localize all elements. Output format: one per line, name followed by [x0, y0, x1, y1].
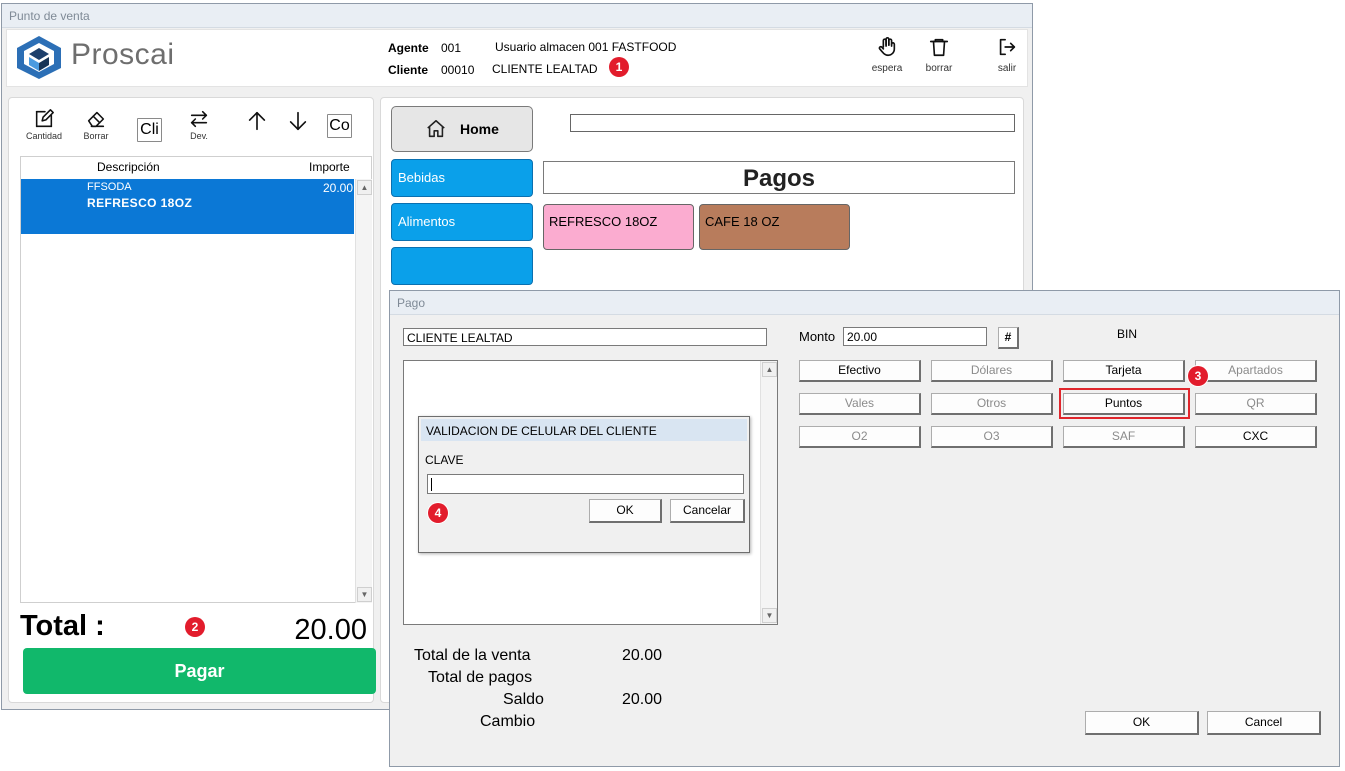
bin-label: BIN	[1117, 327, 1138, 341]
trash-icon	[929, 38, 949, 57]
exit-button[interactable]: salir	[987, 36, 1027, 80]
notes-scrollbar[interactable]: ▲ ▼	[760, 361, 777, 624]
summary-balance-value: 20.00	[622, 691, 663, 708]
pay-apartados-button[interactable]: Apartados	[1195, 360, 1317, 382]
ticket-panel: Cantidad Borrar Cli Dev. Co Descripción …	[8, 97, 376, 703]
delete-sale-label: borrar	[925, 63, 953, 74]
clave-input[interactable]	[427, 474, 744, 494]
catalog-search-input[interactable]	[570, 114, 1015, 132]
agent-code: 001	[441, 41, 462, 55]
pay-otros-button[interactable]: Otros	[931, 393, 1053, 415]
notes-scroll-down[interactable]: ▼	[762, 608, 777, 623]
validation-cancel-button[interactable]: Cancelar	[670, 499, 745, 523]
home-button[interactable]: Home	[391, 106, 533, 152]
ticket-table: Descripción Importe FFSODA REFRESCO 18OZ…	[20, 156, 372, 603]
puntos-highlight-frame	[1059, 388, 1190, 419]
summary-change-label: Cambio	[480, 713, 536, 730]
pay-vales-button[interactable]: Vales	[799, 393, 921, 415]
payment-dialog-title: Pago	[390, 291, 1339, 315]
co-button[interactable]: Co	[327, 114, 352, 138]
ticket-scrollbar[interactable]: ▲ ▼	[355, 179, 372, 603]
summary-balance-label: Saldo	[503, 691, 544, 708]
validation-dialog-title: VALIDACION DE CELULAR DEL CLIENTE	[421, 419, 747, 441]
proscai-logo-icon	[17, 36, 61, 79]
agent-name: Usuario almacen 001 FASTFOOD	[495, 40, 677, 54]
summary-total-payments-label: Total de pagos	[428, 669, 533, 686]
badge-4: 4	[428, 503, 448, 523]
swap-icon	[190, 110, 208, 128]
scroll-up-arrow[interactable]: ▲	[357, 180, 372, 195]
item-code: FFSODA	[87, 181, 132, 193]
client-button[interactable]: Cli	[137, 118, 162, 142]
total-label: Total :	[20, 610, 105, 642]
payment-cancel-button[interactable]: Cancel	[1207, 711, 1321, 735]
home-icon	[427, 119, 445, 138]
client-name: CLIENTE LEALTAD	[492, 62, 598, 76]
pay-efectivo-button[interactable]: Efectivo	[799, 360, 921, 382]
quantity-label: Cantidad	[25, 131, 63, 141]
col-description-header: Descripción	[97, 160, 160, 174]
client-label: Cliente	[388, 63, 429, 77]
text-caret	[431, 478, 432, 491]
hand-icon	[878, 37, 896, 57]
arrow-up-icon	[248, 111, 266, 131]
pay-tarjeta-button[interactable]: Tarjeta	[1063, 360, 1185, 382]
pay-dolares-button[interactable]: Dólares	[931, 360, 1053, 382]
main-window-title: Punto de venta	[2, 4, 1032, 28]
move-up-button[interactable]	[245, 110, 269, 136]
notes-scroll-up[interactable]: ▲	[762, 362, 777, 377]
pay-cxc-button[interactable]: CXC	[1195, 426, 1317, 448]
agent-label: Agente	[388, 41, 429, 55]
category-alimentos[interactable]: Alimentos	[391, 203, 533, 241]
pay-button[interactable]: Pagar	[23, 648, 376, 694]
col-amount-header: Importe	[309, 160, 350, 174]
item-name: REFRESCO 18OZ	[87, 196, 193, 210]
home-label: Home	[460, 121, 499, 137]
pay-qr-button[interactable]: QR	[1195, 393, 1317, 415]
brand-name: Proscai	[71, 38, 175, 71]
pay-o2-button[interactable]: O2	[799, 426, 921, 448]
product-refresco[interactable]: REFRESCO 18OZ	[543, 204, 694, 250]
brand-logo	[15, 35, 63, 80]
hold-button[interactable]: espera	[867, 36, 907, 80]
clave-label: CLAVE	[425, 453, 464, 467]
ticket-row[interactable]: FFSODA REFRESCO 18OZ 20.00	[21, 179, 354, 234]
badge-1: 1	[609, 57, 629, 77]
payment-client-field[interactable]: CLIENTE LEALTAD	[403, 328, 767, 346]
summary-total-sale-label: Total de la venta	[414, 647, 531, 664]
erase-item-label: Borrar	[83, 131, 109, 141]
delete-sale-button[interactable]: borrar	[919, 36, 959, 80]
hold-label: espera	[871, 63, 903, 74]
amount-field[interactable]: 20.00	[843, 327, 987, 346]
section-title: Pagos	[543, 161, 1015, 194]
category-bebidas[interactable]: Bebidas	[391, 159, 533, 197]
client-code: 00010	[441, 63, 475, 77]
amount-label: Monto	[799, 329, 836, 344]
category-empty[interactable]	[391, 247, 533, 285]
total-value: 20.00	[294, 614, 367, 646]
badge-2: 2	[185, 617, 205, 637]
header-bar: Proscai Agente 001 Usuario almacen 001 F…	[6, 29, 1028, 87]
quantity-button[interactable]: Cantidad	[23, 108, 65, 146]
exit-label: salir	[997, 63, 1017, 74]
eraser-icon	[87, 111, 105, 128]
validation-ok-button[interactable]: OK	[589, 499, 662, 523]
hash-button[interactable]: #	[998, 327, 1019, 349]
return-button[interactable]: Dev.	[181, 108, 217, 146]
pay-o3-button[interactable]: O3	[931, 426, 1053, 448]
summary-total-sale-value: 20.00	[622, 647, 663, 664]
move-down-button[interactable]	[286, 110, 310, 136]
product-cafe[interactable]: CAFE 18 OZ	[699, 204, 850, 250]
payment-ok-button[interactable]: OK	[1085, 711, 1199, 735]
pay-saf-button[interactable]: SAF	[1063, 426, 1185, 448]
scroll-down-arrow[interactable]: ▼	[357, 587, 372, 602]
return-label: Dev.	[190, 131, 208, 141]
arrow-down-icon	[289, 111, 307, 131]
item-amount: 20.00	[322, 181, 353, 195]
edit-icon	[35, 109, 54, 128]
badge-3: 3	[1188, 366, 1208, 386]
validation-dialog: VALIDACION DE CELULAR DEL CLIENTE CLAVE …	[418, 416, 750, 553]
erase-item-button[interactable]: Borrar	[77, 108, 115, 146]
logout-icon	[999, 38, 1016, 56]
